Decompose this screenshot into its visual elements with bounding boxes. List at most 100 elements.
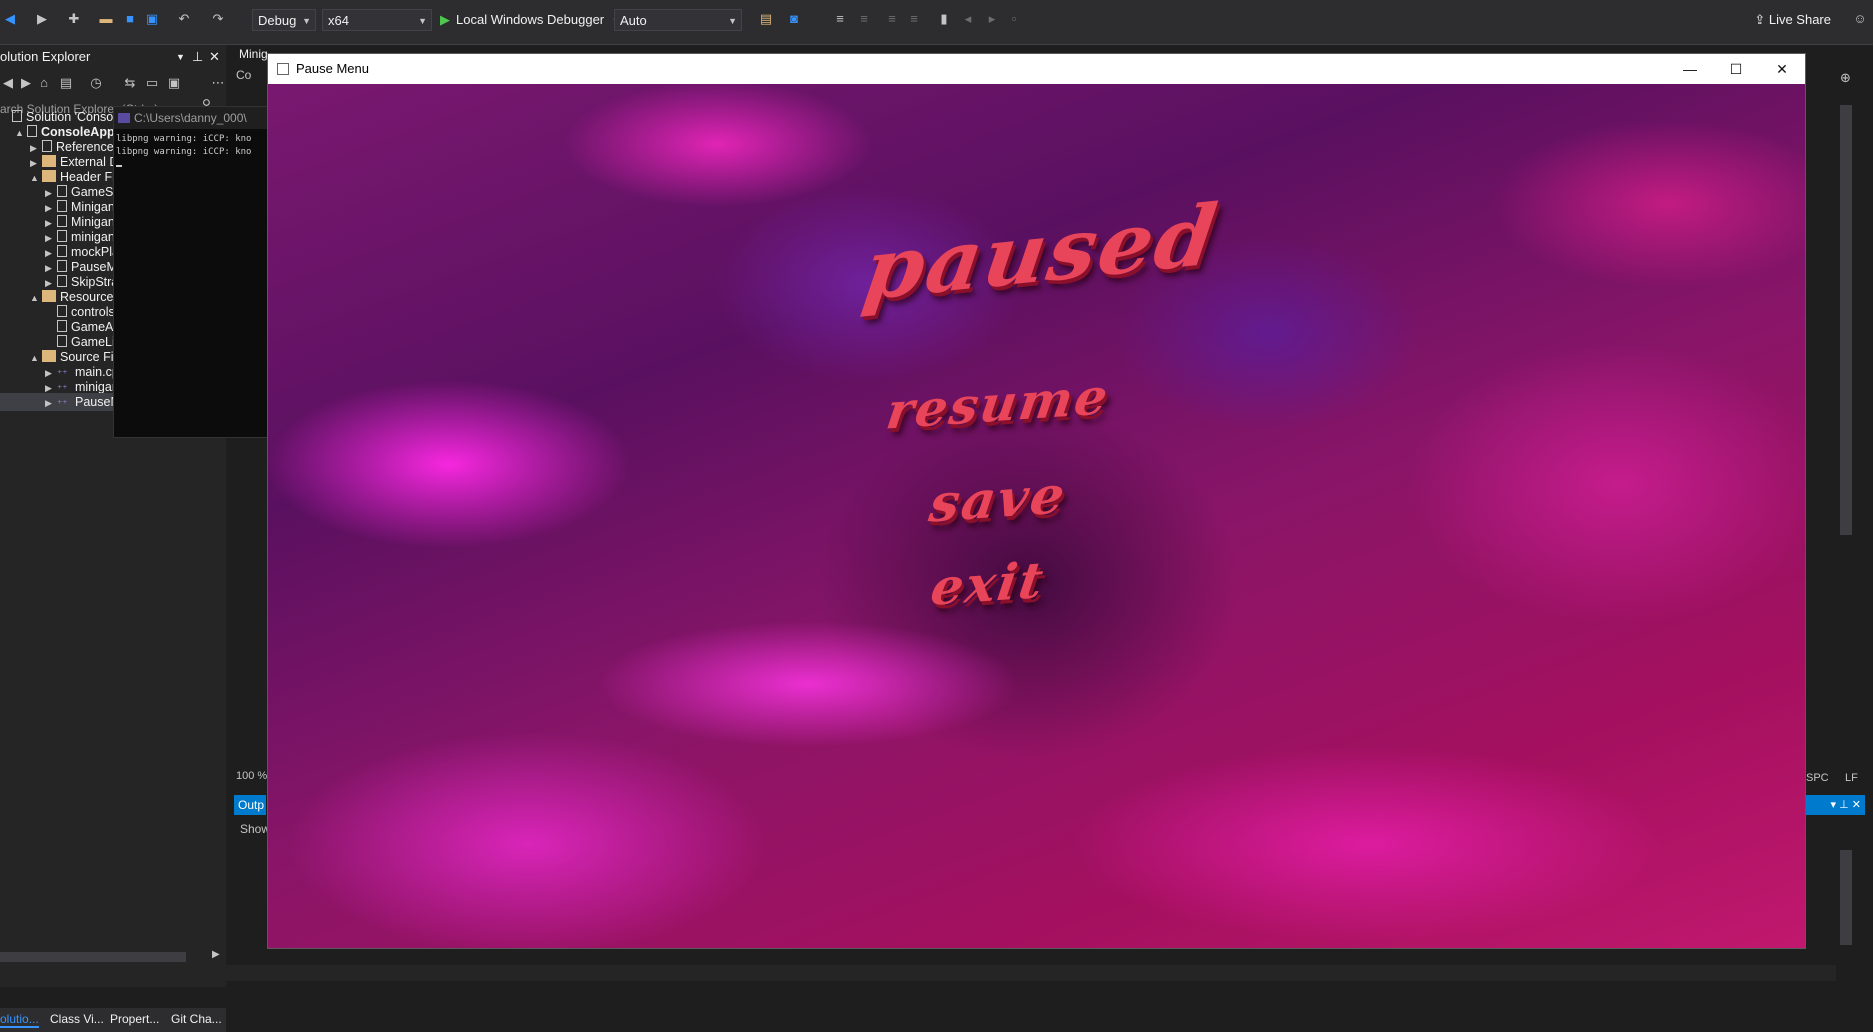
tree-horizontal-scrollbar[interactable] [0, 952, 186, 962]
chevron-down-icon: ▼ [728, 16, 737, 26]
maximize-button[interactable]: ☐ [1713, 54, 1759, 84]
window-title-bar[interactable]: Pause Menu — ☐ ✕ [268, 54, 1805, 84]
redo-icon[interactable]: ↷ [210, 11, 226, 27]
editor-subtab[interactable]: Co [236, 68, 251, 82]
tree-item-label: References [56, 140, 120, 154]
header-file-icon [57, 260, 67, 272]
bookmark-icon[interactable]: ▮ [936, 11, 952, 27]
tree-item-label: Minigan [71, 215, 115, 229]
undo-icon[interactable]: ↶ [176, 11, 192, 27]
forward-icon[interactable]: ▶ [18, 75, 34, 91]
project-icon [27, 125, 37, 137]
live-share-button[interactable]: ⇪ Live Share [1754, 12, 1831, 28]
show-output-label: Show [240, 822, 271, 836]
editor-scrollbar[interactable] [1840, 105, 1852, 535]
paused-heading: paused [857, 184, 1225, 320]
back-icon[interactable]: ◀ [0, 75, 16, 91]
save-icon[interactable]: ■ [122, 11, 138, 27]
outdent-icon[interactable]: ≡ [884, 11, 900, 27]
pin-icon[interactable]: ⊥ [1839, 799, 1849, 811]
cpp-file-icon: ⁺⁺ [57, 399, 68, 410]
more-icon[interactable]: ⋯ [210, 75, 226, 91]
home-icon[interactable]: ⌂ [36, 75, 52, 91]
references-icon [42, 140, 52, 152]
folder-icon [42, 350, 56, 362]
scroll-right-icon[interactable]: ▶ [212, 949, 220, 960]
split-icon[interactable]: ⊕ [1840, 70, 1851, 86]
pin-icon[interactable]: ⊥ [192, 47, 203, 67]
pending-changes-icon[interactable]: ◷ [88, 75, 104, 91]
browse-icon[interactable]: ▤ [758, 11, 774, 27]
solution-config-dropdown[interactable]: Auto ▼ [614, 9, 742, 31]
open-folder-icon[interactable]: ▬ [98, 11, 114, 27]
close-icon[interactable]: ✕ [209, 47, 220, 67]
indent-icon[interactable]: ≡ [906, 11, 922, 27]
cpp-file-icon: ⁺⁺ [57, 384, 68, 395]
console-title-bar: C:\Users\danny_000\ [114, 107, 269, 129]
tab-class-view[interactable]: Class Vi... [50, 1012, 104, 1026]
tab-git-changes[interactable]: Git Cha... [171, 1012, 222, 1026]
folder-icon [42, 155, 56, 167]
close-button[interactable]: ✕ [1759, 54, 1805, 84]
output-tab[interactable]: Outp [234, 795, 266, 815]
console-line: libpng warning: iCCP: kno [116, 147, 252, 157]
exit-button[interactable]: exit [923, 550, 1053, 617]
console-window[interactable]: C:\Users\danny_000\ libpng warning: iCCP… [113, 106, 270, 438]
editor-tab[interactable]: Minig [239, 47, 268, 61]
header-file-icon [57, 215, 67, 227]
console-cursor [116, 165, 122, 167]
collapsed-arrow-icon[interactable]: ▶ [45, 394, 57, 412]
dropdown-icon[interactable]: ▾ [1831, 799, 1837, 811]
resume-button[interactable]: resume [882, 366, 1113, 440]
start-debugging-button[interactable]: ▶Local Windows Debugger ▼ [440, 9, 621, 31]
next-bookmark-icon[interactable]: ▸ [984, 11, 1000, 27]
prev-bookmark-icon[interactable]: ◂ [960, 11, 976, 27]
close-icon[interactable]: ✕ [1852, 799, 1861, 811]
header-file-icon [57, 200, 67, 212]
tab-solution-explorer[interactable]: olutio... [0, 1012, 39, 1028]
resource-file-icon [57, 335, 67, 347]
save-button[interactable]: save [913, 463, 1084, 535]
switch-views-icon[interactable]: ▤ [58, 75, 74, 91]
tab-properties[interactable]: Propert... [110, 1012, 159, 1026]
forward-icon[interactable]: ▶ [34, 11, 50, 27]
sync-icon[interactable]: ⇆ [122, 75, 138, 91]
header-file-icon [57, 185, 67, 197]
resource-file-icon [57, 305, 67, 317]
horizontal-scrollbar[interactable] [226, 965, 1836, 981]
chevron-down-icon[interactable]: ▼ [176, 47, 185, 67]
minimize-button[interactable]: — [1667, 54, 1713, 84]
show-all-files-icon[interactable]: ▣ [166, 75, 182, 91]
clear-bookmarks-icon[interactable]: ▫ [1006, 11, 1022, 27]
window-title: Pause Menu [296, 61, 369, 76]
console-icon [118, 113, 130, 123]
main-toolbar: ◀ ▶ ✚ ▬ ■ ▣ ↶ ↷ Debug ▼ x64 ▼ ▶ Local Windo… [0, 0, 1873, 45]
tree-item-label: PauseM [71, 260, 117, 274]
tree-item-label: GameSt [71, 185, 117, 199]
camera-icon[interactable]: ◙ [786, 11, 802, 27]
output-scrollbar[interactable] [1840, 850, 1852, 945]
folder-icon [42, 170, 56, 182]
share-icon: ⇪ [1754, 12, 1769, 27]
new-project-icon[interactable]: ✚ [66, 11, 82, 27]
play-icon: ▶ [440, 12, 450, 27]
tree-item-label: minigan [71, 230, 115, 244]
whitespace-indicator[interactable]: SPC [1806, 772, 1829, 784]
zoom-level[interactable]: 100 % [236, 770, 267, 782]
account-icon[interactable]: ☺ [1852, 11, 1868, 27]
solution-explorer-tabs: olutio... Class Vi... Propert... Git Cha… [0, 1008, 226, 1032]
header-file-icon [57, 275, 67, 287]
config-dropdown[interactable]: Debug ▼ [252, 9, 316, 31]
step-icon[interactable]: ≡ [832, 11, 848, 27]
collapse-all-icon[interactable]: ▭ [144, 75, 160, 91]
platform-dropdown[interactable]: x64 ▼ [322, 9, 432, 31]
back-icon[interactable]: ◀ [2, 11, 18, 27]
header-file-icon [57, 245, 67, 257]
save-all-icon[interactable]: ▣ [144, 11, 160, 27]
console-line: libpng warning: iCCP: kno [116, 134, 252, 144]
game-canvas: paused resume save exit [268, 84, 1805, 948]
step-over-icon[interactable]: ≡ [856, 11, 872, 27]
line-ending-indicator[interactable]: LF [1845, 772, 1858, 784]
header-file-icon [57, 230, 67, 242]
app-icon [277, 63, 289, 75]
